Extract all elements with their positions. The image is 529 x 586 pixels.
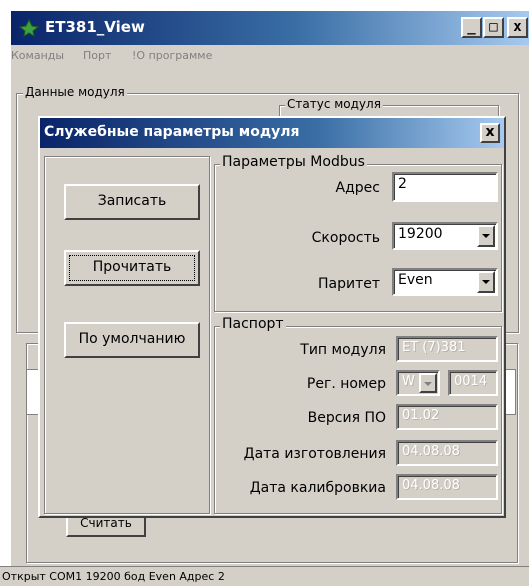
- maximize-button[interactable]: □: [483, 17, 504, 38]
- speed-select[interactable]: 19200: [392, 222, 498, 250]
- parity-label: Паритет: [317, 276, 380, 292]
- menu-about[interactable]: !О программе: [132, 49, 212, 62]
- chevron-down-icon: [482, 234, 490, 238]
- speed-value: 19200: [398, 226, 443, 242]
- calibration-date-field[interactable]: 04.08.08: [396, 474, 498, 500]
- parity-dropdown-button[interactable]: [477, 271, 495, 293]
- speed-label: Скорость: [311, 230, 380, 246]
- parity-select[interactable]: Even: [392, 268, 498, 296]
- dialog-title-bar[interactable]: Служебные параметры модуля x: [40, 118, 504, 148]
- write-button[interactable]: Записать: [64, 184, 200, 220]
- minimize-button[interactable]: _: [461, 17, 482, 38]
- status-bar: Открыт COM1 19200 бод Even Адрес 2: [0, 566, 529, 586]
- close-button[interactable]: x: [507, 17, 528, 38]
- menu-port[interactable]: Порт: [83, 49, 111, 62]
- module-status-label: Статус модуля: [285, 97, 383, 111]
- module-data-label: Данные модуля: [23, 85, 127, 99]
- read-button[interactable]: Прочитать: [64, 250, 200, 286]
- firmware-version-label: Версия ПО: [307, 410, 386, 426]
- reg-prefix-dropdown-button[interactable]: [419, 373, 437, 393]
- app-icon: [19, 19, 39, 37]
- title-bar[interactable]: ET381_View _ □ x: [11, 11, 529, 45]
- passport-group-title: Паспорт: [220, 316, 286, 332]
- reg-prefix-value: W: [402, 374, 415, 389]
- defaults-button[interactable]: По умолчанию: [64, 322, 200, 358]
- window-title: ET381_View: [45, 18, 145, 36]
- reg-number-label: Рег. номер: [306, 376, 386, 392]
- module-type-label: Тип модуля: [300, 342, 386, 358]
- module-type-field[interactable]: ET (7)381: [396, 336, 498, 362]
- chevron-down-icon: [482, 280, 490, 284]
- address-input[interactable]: 2: [392, 172, 498, 202]
- modbus-group-title: Параметры Modbus: [220, 154, 367, 170]
- speed-dropdown-button[interactable]: [477, 225, 495, 247]
- address-label: Адрес: [335, 180, 380, 196]
- reg-number-field[interactable]: 0014: [448, 370, 498, 396]
- dialog-close-button[interactable]: x: [480, 123, 500, 143]
- parity-value: Even: [398, 272, 433, 288]
- service-params-dialog: Служебные параметры модуля x Записать Пр…: [38, 116, 506, 518]
- menu-bar: Команды Порт !О программе: [11, 47, 529, 69]
- firmware-version-field[interactable]: 01.02: [396, 404, 498, 430]
- status-text: Открыт COM1 19200 бод Even Адрес 2: [2, 570, 225, 583]
- calibration-date-label: Дата калибровкиа: [249, 480, 386, 496]
- dialog-title: Служебные параметры модуля: [44, 124, 300, 140]
- manufacture-date-label: Дата изготовления: [243, 446, 386, 462]
- manufacture-date-field[interactable]: 04.08.08: [396, 440, 498, 466]
- reg-prefix-select[interactable]: W: [396, 370, 440, 396]
- chevron-down-icon: [424, 382, 432, 386]
- menu-commands[interactable]: Команды: [11, 49, 64, 62]
